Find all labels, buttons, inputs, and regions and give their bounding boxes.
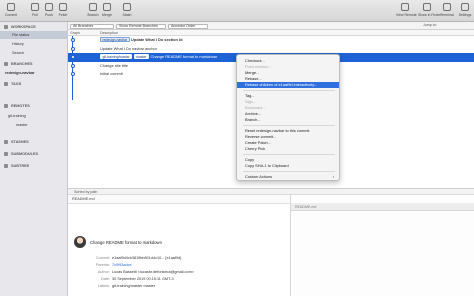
commit-sha: e1aaf9d4cb3819bb801d4c10... [e1aaf9d] xyxy=(112,256,182,260)
sidebar-header-submodules[interactable]: SUBMODULES xyxy=(0,150,68,158)
commit-button[interactable]: Commit xyxy=(2,3,20,20)
view-remote-button[interactable]: View Remote xyxy=(396,3,417,20)
commit-icon xyxy=(7,3,15,11)
chevron-right-icon: › xyxy=(332,174,334,179)
parents-label: Parents: xyxy=(95,263,110,267)
menu-separator xyxy=(243,125,335,126)
avatar xyxy=(74,236,86,248)
commit-message: Update What I Do navbar anchor xyxy=(100,45,157,51)
sidebar-header-stashes[interactable]: STASHES xyxy=(0,138,68,146)
diff-pane: README.md xyxy=(290,195,474,296)
sidebar-header-tags[interactable]: TAGS xyxy=(0,80,68,88)
commit-label: Commit: xyxy=(95,256,110,260)
sidebar-item-redesign-navbar[interactable]: redesign-navbar xyxy=(0,69,68,77)
sidebar-header-subtree[interactable]: SUBTREE xyxy=(0,162,68,170)
menu-separator xyxy=(243,154,335,155)
commit-title: Change README format to markdown xyxy=(90,240,162,245)
sidebar-header-branches[interactable]: BRANCHES xyxy=(0,60,68,68)
fetch-icon xyxy=(59,3,67,11)
menu-item-cherry-pick[interactable]: Cherry Pick xyxy=(237,146,339,152)
commit-message: Change site title xyxy=(100,62,128,68)
sidebar-item-search[interactable]: Search xyxy=(0,49,68,57)
menu-separator xyxy=(243,171,335,172)
sort-select[interactable]: Sorted by path xyxy=(74,190,97,194)
graph-column-header[interactable]: Graph xyxy=(70,31,80,35)
commit-context-menu: Checkout... Push revision... Merge... Re… xyxy=(236,54,340,181)
branch-tag: redesign-navbar xyxy=(100,37,130,43)
sidebar-item-history[interactable]: History xyxy=(0,40,68,48)
terminal-icon xyxy=(443,3,451,11)
remote-icon xyxy=(401,3,409,11)
stash-icon xyxy=(4,140,8,144)
changed-files-list: README.md xyxy=(68,195,290,204)
commit-message: Change README format to markdown xyxy=(150,54,218,59)
author-value: Lucas Bassetti <lucasbr.defonseca@gmail.… xyxy=(112,270,194,274)
commit-message: Initial commit xyxy=(100,71,123,76)
stash-button[interactable]: Stash xyxy=(118,3,136,20)
sidebar-item-remote-master[interactable]: master xyxy=(0,121,68,129)
sidebar-item-git-training[interactable]: git-training xyxy=(0,112,68,120)
menu-item-rebase-interactive[interactable]: Rebase children of e1aaf9d interactively… xyxy=(237,82,339,88)
date-value: 30 September 2019 00:15:11 GMT-3 xyxy=(112,277,174,281)
submodule-icon xyxy=(4,152,8,156)
labels-value: git-training/master master xyxy=(112,284,156,288)
fetch-button[interactable]: Fetch xyxy=(54,3,72,20)
subtree-icon xyxy=(4,164,8,168)
sidebar-item-file-status[interactable]: File status xyxy=(0,31,68,39)
gear-icon xyxy=(461,3,469,11)
commit-node xyxy=(70,55,75,60)
labels-label: Labels: xyxy=(97,284,110,288)
branches-filter-select[interactable]: All Branches xyxy=(70,23,114,29)
filter-bar: All Branches Show Remote Branches Ancest… xyxy=(68,22,474,30)
branch-icon xyxy=(89,3,97,11)
pull-icon xyxy=(31,3,39,11)
merge-button[interactable]: Merge xyxy=(98,3,116,20)
app-window: Commit Pull Push Fetch Branch Merge Stas… xyxy=(0,0,474,296)
show-in-finder-button[interactable]: Show in Finder xyxy=(418,3,441,20)
stash-icon xyxy=(123,3,131,11)
merge-icon xyxy=(103,3,111,11)
finder-icon xyxy=(423,3,431,11)
commit-node xyxy=(70,38,75,43)
sidebar-header-workspace[interactable]: WORKSPACE xyxy=(0,23,68,31)
menu-item-custom-actions[interactable]: Custom Actions › xyxy=(237,174,339,180)
settings-button[interactable]: Settings xyxy=(456,3,474,20)
workspace-icon xyxy=(4,25,8,29)
commit-message: Update What I Do section id xyxy=(131,37,183,42)
tag-icon xyxy=(4,82,8,86)
terminal-button[interactable]: Terminal xyxy=(438,3,456,20)
commit-node xyxy=(70,63,75,68)
commit-node xyxy=(70,46,75,51)
order-select[interactable]: Ancestor Order xyxy=(168,23,208,29)
commit-row[interactable]: redesign-navbar Update What I Do section … xyxy=(68,36,474,45)
sidebar: WORKSPACE File status History Search BRA… xyxy=(0,22,68,296)
description-column-header[interactable]: Description xyxy=(100,31,118,35)
remote-branches-toggle[interactable]: Show Remote Branches xyxy=(116,23,166,29)
sidebar-header-remotes[interactable]: REMOTES xyxy=(0,102,68,110)
diff-file-header: README.md xyxy=(291,203,474,211)
cloud-icon xyxy=(4,104,8,108)
branches-icon xyxy=(4,62,8,66)
author-label: Author: xyxy=(97,270,110,274)
toolbar: Commit Pull Push Fetch Branch Merge Stas… xyxy=(0,0,474,22)
date-label: Date: xyxy=(100,277,110,281)
menu-item-branch[interactable]: Branch... xyxy=(237,117,339,123)
push-icon xyxy=(45,3,53,11)
parents-link[interactable]: 7c0f93adce xyxy=(112,263,132,267)
menu-item-copy-sha[interactable]: Copy SHA-1 to Clipboard xyxy=(237,163,339,169)
menu-separator xyxy=(243,90,335,91)
branch-tag: master xyxy=(133,54,150,60)
commit-detail: Change README format to markdown Commit:… xyxy=(68,204,290,296)
commit-row[interactable]: Update What I Do navbar anchor xyxy=(68,45,474,54)
jump-to-label: Jump to: xyxy=(423,23,437,27)
remote-branch-tag: git-training/master xyxy=(100,54,133,60)
commit-node xyxy=(70,72,75,77)
file-item[interactable]: README.md xyxy=(72,197,95,201)
bottom-toolbar: Sorted by path xyxy=(68,188,474,195)
